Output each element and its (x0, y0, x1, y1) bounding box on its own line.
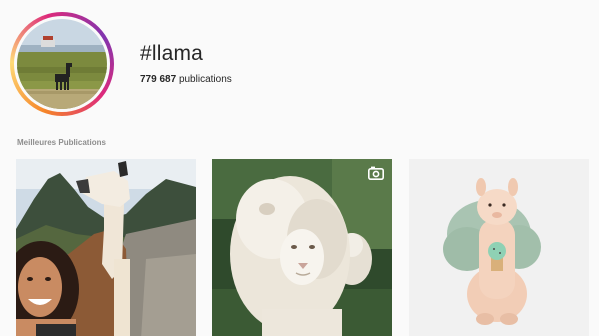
video-icon (368, 166, 384, 180)
post-count: 779 687 publications (140, 74, 232, 85)
llama-field-photo-icon (17, 19, 107, 109)
top-post-2[interactable] (212, 159, 392, 336)
white-lion-photo-icon (212, 159, 392, 336)
felt-llama-photo-icon (409, 159, 589, 336)
hashtag-avatar[interactable] (17, 19, 107, 109)
hashtag-title: #llama (140, 42, 204, 65)
llama-selfie-photo-icon (16, 159, 196, 336)
top-post-3[interactable] (409, 159, 589, 336)
post-count-value: 779 687 (140, 74, 177, 85)
hashtag-page: #llama 779 687 publications Meilleures P… (0, 0, 599, 336)
post-count-label: publications (178, 74, 232, 85)
top-posts-heading: Meilleures Publications (17, 138, 106, 147)
hashtag-avatar-story-ring[interactable] (10, 12, 114, 116)
top-post-1[interactable] (16, 159, 196, 336)
